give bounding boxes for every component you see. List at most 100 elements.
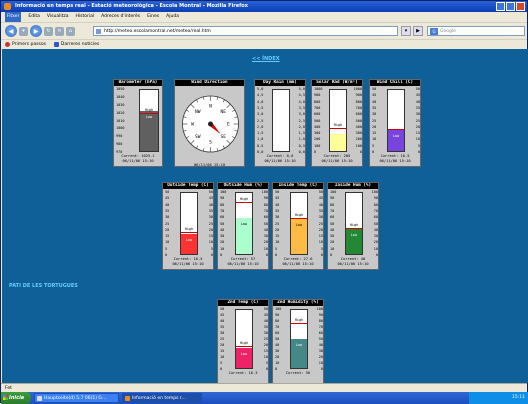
scale-tick: 300 bbox=[314, 131, 321, 136]
forward-button[interactable]: ▶ bbox=[30, 25, 42, 37]
scale-tick-right: 15 bbox=[415, 131, 420, 136]
scale-tick: 10 bbox=[220, 355, 225, 359]
scale-tick-right: 70 bbox=[373, 208, 378, 213]
scale-tick-right: 50 bbox=[263, 221, 268, 226]
tortoise-yard-link[interactable]: PATI DE LES TORTUGUES bbox=[9, 283, 78, 289]
scale-tick-right: 100 bbox=[261, 190, 268, 194]
scale-tick-right: 30 bbox=[208, 215, 213, 220]
high-marker bbox=[346, 227, 362, 229]
scale-tick: 25 bbox=[165, 221, 170, 226]
menu-tools[interactable]: Eines bbox=[147, 12, 159, 22]
minimize-button[interactable] bbox=[496, 2, 505, 11]
index-link[interactable]: << ÍNDEX bbox=[252, 56, 280, 62]
scale-tick: 10 bbox=[372, 137, 377, 142]
scale-tick: 4,0 bbox=[257, 99, 264, 104]
home-icon[interactable]: ⌂ bbox=[66, 26, 75, 36]
search-engine-icon[interactable]: G bbox=[430, 28, 438, 35]
gauge-panel: Outside Temp (C) 50 45 40 35 30 25 20 15 10 5 0 50 45… bbox=[162, 182, 214, 270]
maximize-button[interactable] bbox=[506, 2, 515, 11]
menu-history[interactable]: Historial bbox=[75, 12, 94, 22]
scale-tick: 5 bbox=[220, 361, 223, 365]
go-button[interactable]: ▶ bbox=[413, 26, 423, 36]
close-button[interactable] bbox=[516, 2, 525, 11]
bookmark-icon bbox=[5, 42, 10, 47]
scale-tick-right: 0,5 bbox=[298, 143, 305, 148]
scale-tick: 400 bbox=[314, 124, 321, 129]
scale-tick: 100 bbox=[275, 307, 282, 311]
scale-tick: 45 bbox=[372, 93, 377, 98]
search-input[interactable]: G Google bbox=[427, 26, 525, 36]
scale-tick: 1030 bbox=[116, 102, 125, 107]
scale-tick: 20 bbox=[372, 124, 377, 129]
scale-tick: 40 bbox=[330, 227, 335, 232]
scale-tick-right: 30 bbox=[263, 234, 268, 239]
scale-tick-right: 60 bbox=[263, 215, 268, 220]
scale-tick: 900 bbox=[314, 93, 321, 98]
scale-tick-right: 100 bbox=[355, 143, 362, 148]
gauge-tube: Low High bbox=[139, 89, 159, 152]
scale-tick-right: 90 bbox=[318, 313, 323, 317]
scale-tick-right: 90 bbox=[373, 196, 378, 201]
scale-tick: 0,5 bbox=[257, 143, 264, 148]
scale-tick-right: 40 bbox=[208, 202, 213, 207]
menu-bookmarks[interactable]: Adreces d'interès bbox=[101, 12, 140, 22]
bookmark-getting-started[interactable]: Primers passos bbox=[5, 40, 46, 49]
back-button[interactable]: ◀ bbox=[5, 25, 17, 37]
scale-tick-right: 200 bbox=[355, 137, 362, 142]
start-button[interactable]: Inicia bbox=[1, 392, 31, 404]
scale-tick: 50 bbox=[220, 307, 225, 311]
high-marker bbox=[291, 218, 307, 220]
bookmark-latest-news[interactable]: Darreres notícies bbox=[53, 40, 99, 49]
scale-tick-right: 20 bbox=[263, 343, 268, 347]
gauge-fill bbox=[330, 134, 346, 151]
back-dropdown-icon[interactable]: ▾ bbox=[19, 26, 28, 36]
taskbar-item-hauptseite[interactable]: Hauptseite(d) 5.7 06(1) G... bbox=[34, 393, 119, 403]
current-value: Current: 16.5 bbox=[380, 154, 410, 158]
high-label: High bbox=[144, 107, 154, 112]
scale-tick-right: 15 bbox=[263, 349, 268, 353]
scale-tick-right: 20 bbox=[318, 355, 323, 359]
scale-tick: 15 bbox=[372, 131, 377, 136]
scale-tick-right: 70 bbox=[263, 208, 268, 213]
scale-tick-right: 20 bbox=[373, 240, 378, 245]
window-title: Informació en temps real - Estació meteo… bbox=[15, 3, 248, 9]
url-bar[interactable]: http://meteo.escolamontral.net/meteo/rea… bbox=[93, 26, 398, 36]
page-content: << ÍNDEX PATI DE LES TORTUGUES Wind Dire… bbox=[2, 49, 528, 383]
high-marker bbox=[140, 112, 158, 114]
url-dropdown-button[interactable]: ▾ bbox=[401, 26, 411, 36]
reload-icon[interactable]: ↻ bbox=[44, 26, 53, 36]
gauge-tube: Low High bbox=[180, 192, 198, 255]
gauge-fill bbox=[236, 348, 252, 368]
gauge-title: Solar Rad (W/m²) bbox=[312, 80, 362, 86]
menu-view[interactable]: Visualitza bbox=[47, 12, 69, 22]
scale-tick-right: 4,0 bbox=[298, 99, 305, 104]
scale-tick: 15 bbox=[275, 234, 280, 239]
taskbar-item-firefox[interactable]: Informació en temps r... bbox=[122, 393, 202, 403]
scale-tick: 30 bbox=[330, 234, 335, 239]
current-value: Current: 285 bbox=[323, 154, 351, 158]
gauge-tube: Low High bbox=[345, 192, 363, 255]
scale-tick-right: 30 bbox=[318, 215, 323, 220]
scale-tick: 4,5 bbox=[257, 93, 264, 98]
windows-flag-icon bbox=[3, 395, 8, 400]
gauge-panel: Solar Rad (W/m²) 1000 900 800 700 600 500 400 30… bbox=[311, 79, 363, 167]
scale-tick: 20 bbox=[220, 343, 225, 347]
gauge-panel: Outside Hum (%) 100 90 80 70 60 50 40 30 20 10 0 100… bbox=[217, 182, 269, 270]
menu-file[interactable]: Fitxer bbox=[5, 12, 22, 22]
status-bar: Fet bbox=[1, 383, 527, 392]
stop-icon[interactable]: ✕ bbox=[55, 26, 64, 36]
scale-tick-right: 30 bbox=[263, 331, 268, 335]
scale-tick: 800 bbox=[314, 99, 321, 104]
scale-tick: 50 bbox=[275, 190, 280, 194]
scale-tick-right: 3,0 bbox=[298, 112, 305, 117]
reading-date: 06/11/06 15:10 bbox=[122, 159, 154, 163]
menu-help[interactable]: Ajuda bbox=[166, 12, 179, 22]
gauge-tube: Low High bbox=[235, 309, 253, 369]
scale-tick: 20 bbox=[275, 355, 280, 359]
rss-icon bbox=[53, 42, 59, 47]
scale-tick-right: 10 bbox=[415, 137, 420, 142]
reading-date: 06/11/06 15:10 bbox=[379, 159, 411, 163]
gauge-panel: Day Rain (mm) 5,0 4,5 4,0 3,5 3,0 2,5 2,0 1,5 1,0… bbox=[254, 79, 306, 167]
menu-edit[interactable]: Edita bbox=[28, 12, 39, 22]
scale-tick: 1000 bbox=[116, 126, 125, 131]
